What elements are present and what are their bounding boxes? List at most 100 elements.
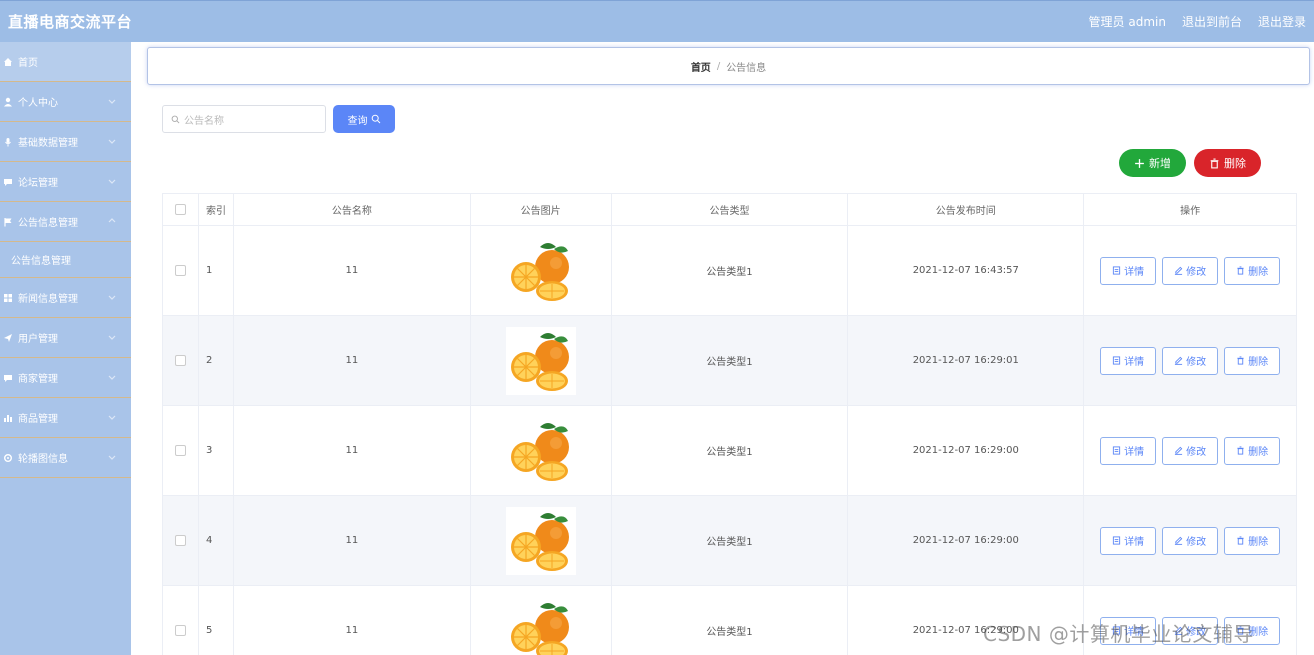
orange-fruit-image — [505, 236, 576, 305]
chevron-down-icon — [108, 139, 116, 144]
sidebar-item-news[interactable]: 新闻信息管理 — [0, 278, 131, 318]
user-icon — [2, 97, 14, 107]
edit-button[interactable]: 修改 — [1162, 256, 1219, 285]
mic-icon — [2, 137, 14, 147]
header-image: 公告图片 — [471, 194, 612, 225]
detail-button[interactable]: 详情 — [1100, 256, 1157, 285]
settings-icon — [2, 453, 14, 463]
sidebar-item-label: 论坛管理 — [18, 178, 58, 189]
row-checkbox[interactable] — [174, 625, 186, 636]
row-checkbox[interactable] — [174, 355, 186, 366]
sidebar-item-notice-management[interactable]: 公告信息管理 — [0, 202, 131, 242]
detail-label: 详情 — [1124, 537, 1145, 548]
edit-icon — [1175, 356, 1183, 365]
breadcrumb: 首页 / 公告信息 — [147, 47, 1310, 85]
watermark: CSDN @计算机毕业论文辅导 — [983, 622, 1254, 646]
row-name: 11 — [234, 316, 471, 405]
home-icon — [2, 57, 14, 67]
row-checkbox[interactable] — [174, 265, 186, 276]
row-type: 公告类型1 — [612, 316, 849, 405]
row-actions: 详情 修改 删除 — [1084, 406, 1298, 495]
orange-fruit-image — [505, 506, 576, 575]
chevron-down-icon — [108, 375, 116, 380]
header-type: 公告类型 — [612, 194, 849, 225]
detail-button[interactable]: 详情 — [1100, 436, 1157, 465]
edit-label: 修改 — [1186, 267, 1207, 278]
row-name: 11 — [234, 226, 471, 315]
row-actions: 详情 修改 删除 — [1084, 226, 1298, 315]
row-delete-button[interactable]: 删除 — [1224, 436, 1281, 465]
chevron-up-icon — [108, 218, 116, 223]
sidebar-item-label: 轮播图信息 — [18, 454, 68, 465]
row-time: 2021-12-07 16:29:01 — [848, 316, 1085, 405]
admin-label: 管理员 admin — [1088, 15, 1166, 29]
chevron-down-icon — [108, 455, 116, 460]
sidebar-item-label: 基础数据管理 — [18, 138, 78, 149]
table-row: 2 11 公告类型1 2021-12-07 16:29:01 详情 修改 删除 — [163, 316, 1298, 406]
detail-button[interactable]: 详情 — [1100, 346, 1157, 375]
batch-delete-button[interactable]: 删除 — [1194, 149, 1261, 177]
delete-button-label: 删除 — [1224, 157, 1246, 170]
search-button[interactable]: 查询 — [333, 105, 395, 133]
sidebar-item-base-data[interactable]: 基础数据管理 — [0, 122, 131, 162]
table-row: 3 11 公告类型1 2021-12-07 16:29:00 详情 修改 删除 — [163, 406, 1298, 496]
bar-chart-icon — [2, 413, 14, 423]
row-name: 11 — [234, 496, 471, 585]
notice-table: 索引 公告名称 公告图片 公告类型 公告发布时间 操作 1 11 公告类型1 2… — [162, 193, 1298, 655]
row-index: 3 — [199, 406, 234, 495]
row-delete-button[interactable]: 删除 — [1224, 526, 1281, 555]
table-body: 1 11 公告类型1 2021-12-07 16:43:57 详情 修改 删除 … — [163, 226, 1298, 655]
edit-label: 修改 — [1186, 357, 1207, 368]
breadcrumb-home[interactable]: 首页 — [691, 59, 711, 74]
row-actions: 详情 修改 删除 — [1084, 316, 1298, 405]
orange-fruit-image — [505, 326, 576, 395]
row-actions: 详情 修改 删除 — [1084, 496, 1298, 585]
header-time: 公告发布时间 — [848, 194, 1085, 225]
row-checkbox[interactable] — [174, 445, 186, 456]
detail-button[interactable]: 详情 — [1100, 526, 1157, 555]
sidebar-subitem-notice[interactable]: 公告信息管理 — [0, 242, 131, 278]
sidebar-item-merchants[interactable]: 商家管理 — [0, 358, 131, 398]
header-name: 公告名称 — [234, 194, 471, 225]
table-row: 1 11 公告类型1 2021-12-07 16:43:57 详情 修改 删除 — [163, 226, 1298, 316]
sidebar-item-home[interactable]: 首页 — [0, 42, 131, 82]
row-delete-button[interactable]: 删除 — [1224, 346, 1281, 375]
select-all-checkbox[interactable] — [174, 204, 186, 215]
logout-link[interactable]: 退出登录 — [1258, 13, 1306, 30]
detail-label: 详情 — [1124, 447, 1145, 458]
edit-button[interactable]: 修改 — [1162, 436, 1219, 465]
row-type: 公告类型1 — [612, 496, 849, 585]
trash-icon — [1237, 266, 1244, 275]
breadcrumb-current: 公告信息 — [726, 62, 767, 74]
exit-to-front-link[interactable]: 退出到前台 — [1182, 13, 1242, 30]
search-icon — [171, 115, 180, 123]
trash-icon — [1210, 158, 1219, 168]
sidebar-item-label: 首页 — [18, 58, 38, 69]
sidebar-item-products[interactable]: 商品管理 — [0, 398, 131, 438]
edit-button[interactable]: 修改 — [1162, 526, 1219, 555]
edit-icon — [1175, 446, 1183, 455]
edit-button[interactable]: 修改 — [1162, 346, 1219, 375]
chevron-down-icon — [108, 415, 116, 420]
chevron-down-icon — [108, 179, 116, 184]
send-icon — [2, 333, 14, 343]
chat-icon — [2, 373, 14, 383]
sidebar-item-forum[interactable]: 论坛管理 — [0, 162, 131, 202]
sidebar-item-profile[interactable]: 个人中心 — [0, 82, 131, 122]
row-index: 4 — [199, 496, 234, 585]
row-delete-button[interactable]: 删除 — [1224, 256, 1281, 285]
search-input[interactable]: 公告名称 — [162, 105, 326, 133]
add-button[interactable]: 新增 — [1119, 149, 1186, 177]
edit-icon — [1175, 266, 1183, 275]
row-checkbox[interactable] — [174, 535, 186, 546]
sidebar-item-users[interactable]: 用户管理 — [0, 318, 131, 358]
flag-icon — [2, 217, 14, 227]
top-bar: 直播电商交流平台 管理员 admin 退出到前台 退出登录 — [0, 0, 1314, 42]
document-icon — [1113, 536, 1121, 545]
row-time: 2021-12-07 16:29:00 — [848, 406, 1085, 495]
app-title: 直播电商交流平台 — [8, 13, 133, 31]
breadcrumb-separator: / — [716, 60, 721, 72]
sidebar-item-label: 商品管理 — [18, 414, 58, 425]
sidebar-item-carousel[interactable]: 轮播图信息 — [0, 438, 131, 478]
edit-label: 修改 — [1186, 447, 1207, 458]
